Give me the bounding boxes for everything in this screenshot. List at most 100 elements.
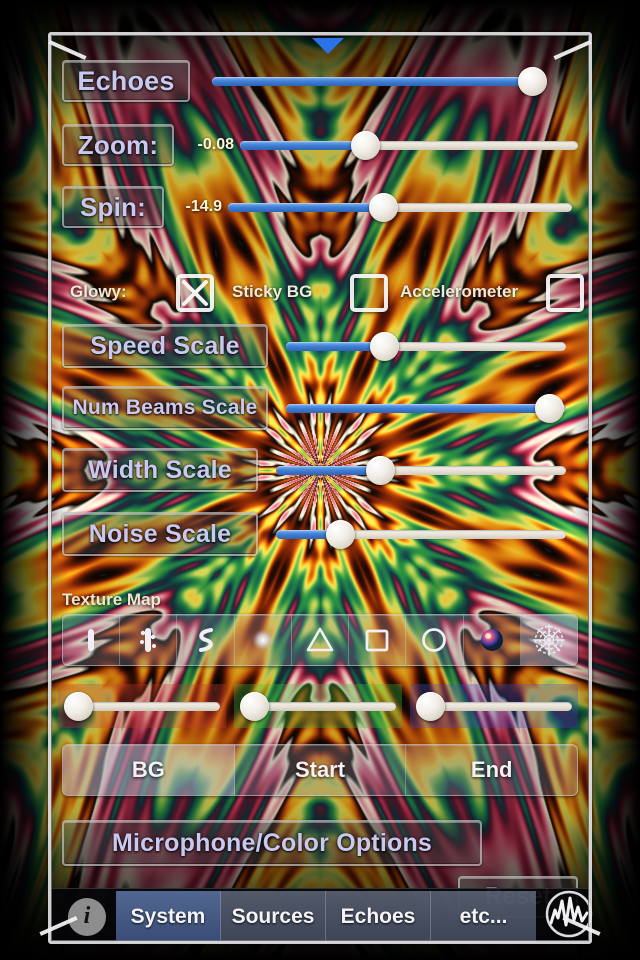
accelerometer-checkbox[interactable] — [546, 274, 584, 312]
tab-sources[interactable]: Sources — [221, 890, 326, 943]
accelerometer-label: Accelerometer — [400, 282, 519, 301]
texture-dot[interactable] — [235, 615, 292, 665]
circle-icon — [422, 628, 447, 652]
tab-etc[interactable]: etc... — [431, 890, 536, 943]
slider-fill — [240, 141, 366, 150]
tab-sources-label: Sources — [231, 904, 315, 928]
waveform-icon[interactable] — [542, 887, 596, 946]
s-curve-icon — [198, 628, 213, 652]
color-slider-green-wrap — [234, 684, 402, 728]
speed-scale-slider[interactable] — [286, 332, 566, 361]
control-row-echoes: Echoes — [62, 60, 578, 102]
tab-system-label: System — [130, 904, 206, 928]
control-row-spin: Spin: -14.9 — [62, 186, 578, 228]
color-target-end[interactable]: End — [406, 745, 577, 795]
zoom-value: -0.08 — [197, 136, 234, 153]
tab-list: System Sources Echoes etc... — [116, 890, 536, 943]
triangle-icon — [306, 627, 334, 652]
tab-echoes-label: Echoes — [340, 904, 416, 928]
spin-button[interactable]: Spin: — [62, 186, 164, 228]
spin-value: -14.9 — [185, 198, 222, 215]
texture-s-curve[interactable] — [177, 615, 235, 665]
control-row-speed-scale: Speed Scale — [62, 324, 578, 368]
info-icon[interactable]: i — [68, 897, 106, 936]
bottom-tab-bar: i System Sources Echoes etc... — [50, 888, 593, 944]
slider-knob[interactable] — [366, 456, 396, 485]
control-row-num-beams-scale: Num Beams Scale — [62, 386, 578, 430]
square-icon — [365, 629, 389, 652]
toggle-row: Glowy: Sticky BG Accelerometer — [64, 270, 584, 316]
microphone-color-options-button[interactable]: Microphone/Color Options — [62, 820, 482, 866]
check-x-icon — [182, 280, 208, 306]
control-row-width-scale: Width Scale — [62, 448, 578, 492]
starburst-icon — [533, 624, 565, 656]
slider-knob[interactable] — [351, 131, 381, 160]
control-row-noise-scale: Noise Scale — [62, 512, 578, 556]
texture-bar[interactable] — [63, 615, 121, 665]
zoom-button[interactable]: Zoom: — [62, 124, 174, 166]
color-slider-red-wrap — [58, 684, 226, 728]
slider-knob[interactable] — [535, 394, 565, 423]
soft-dot-icon — [251, 629, 274, 651]
color-target-start-label: Start — [294, 757, 346, 782]
color-slider-blue[interactable] — [416, 692, 572, 721]
color-slider-green[interactable] — [240, 692, 396, 721]
width-scale-label: Width Scale — [88, 455, 232, 484]
texture-map-label: Texture Map — [62, 590, 161, 609]
texture-starburst[interactable] — [520, 615, 577, 665]
tab-echoes[interactable]: Echoes — [326, 890, 431, 943]
sticky-bg-checkbox[interactable] — [350, 274, 388, 312]
echoes-button[interactable]: Echoes — [62, 60, 190, 102]
color-target-bg[interactable]: BG — [63, 745, 235, 795]
spin-label: Spin: — [80, 191, 146, 222]
color-slider-red[interactable] — [64, 692, 220, 721]
noise-scale-slider[interactable] — [276, 520, 566, 549]
echoes-label: Echoes — [77, 65, 175, 96]
slider-knob[interactable] — [518, 67, 548, 96]
slider-knob[interactable] — [370, 332, 399, 361]
control-panel: Echoes Zoom: -0.08 Spin: -14.9 Glowy: St… — [54, 38, 586, 938]
slider-fill — [286, 404, 550, 413]
tab-system[interactable]: System — [116, 890, 221, 943]
glowy-label: Glowy: — [70, 282, 127, 301]
slider-knob[interactable] — [368, 193, 398, 222]
echoes-slider[interactable] — [212, 67, 548, 96]
texture-square[interactable] — [349, 615, 407, 665]
num-beams-scale-slider[interactable] — [286, 394, 566, 423]
vertical-bar-icon — [88, 629, 95, 651]
speed-scale-label: Speed Scale — [90, 331, 240, 360]
texture-triangle[interactable] — [292, 615, 350, 665]
slider-knob[interactable] — [416, 692, 446, 721]
num-beams-scale-button[interactable]: Num Beams Scale — [62, 386, 268, 430]
color-slider-blue-wrap — [410, 684, 578, 728]
zoom-slider[interactable] — [240, 131, 578, 160]
control-row-zoom: Zoom: -0.08 — [62, 124, 578, 166]
noise-scale-button[interactable]: Noise Scale — [62, 512, 258, 556]
color-target-bg-label: BG — [131, 757, 165, 782]
texture-circle[interactable] — [406, 615, 464, 665]
slider-knob[interactable] — [64, 692, 94, 721]
microphone-color-options-label: Microphone/Color Options — [111, 828, 433, 857]
num-beams-scale-label: Num Beams Scale — [72, 396, 258, 419]
pull-down-handle-icon[interactable] — [312, 38, 344, 54]
texture-speckle-bar[interactable] — [120, 615, 178, 665]
slider-fill — [228, 203, 383, 212]
texture-color-sphere[interactable] — [464, 615, 521, 665]
texture-map-selector[interactable] — [62, 614, 578, 666]
zoom-label: Zoom: — [77, 129, 159, 160]
slider-fill — [212, 77, 533, 86]
slider-knob[interactable] — [240, 692, 270, 721]
color-target-selector[interactable]: BG Start End — [62, 744, 578, 796]
slider-knob[interactable] — [325, 520, 355, 549]
color-sphere-icon — [480, 629, 503, 651]
glowy-checkbox[interactable] — [176, 274, 214, 312]
noise-scale-label: Noise Scale — [88, 519, 232, 548]
tab-etc-label: etc... — [459, 904, 508, 928]
speed-scale-button[interactable]: Speed Scale — [62, 324, 268, 368]
slider-fill — [276, 466, 381, 475]
width-scale-button[interactable]: Width Scale — [62, 448, 258, 492]
sticky-bg-label: Sticky BG — [232, 282, 313, 301]
color-target-start[interactable]: Start — [235, 745, 407, 795]
spin-slider[interactable] — [228, 193, 572, 222]
width-scale-slider[interactable] — [276, 456, 566, 485]
